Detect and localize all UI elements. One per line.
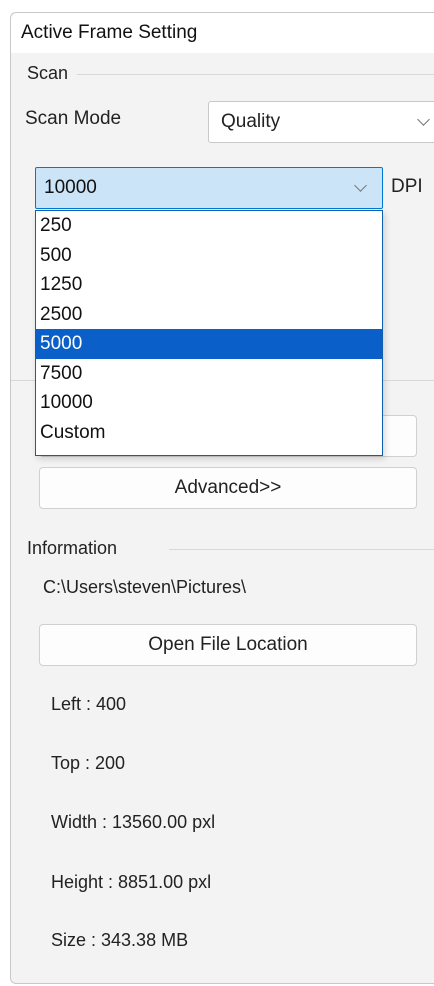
advanced-button-label: Advanced>> [174, 477, 282, 498]
dpi-option-custom[interactable]: Custom [36, 418, 382, 448]
scan-group-label: Scan [27, 63, 73, 84]
save-path-text: C:\Users\steven\Pictures\ [43, 577, 247, 597]
dpi-option-2500[interactable]: 2500 [36, 300, 382, 330]
advanced-button[interactable]: Advanced>> [39, 467, 417, 509]
scan-mode-dropdown[interactable]: Quality [208, 101, 434, 143]
information-group-label: Information [27, 538, 122, 559]
dpi-option-10000[interactable]: 10000 [36, 388, 382, 418]
size-value-text: Size : 343.38 MB [51, 930, 189, 950]
open-file-location-label: Open File Location [148, 634, 308, 655]
scan-group-divider [77, 74, 434, 75]
information-group-divider [169, 549, 434, 550]
left-value-text: Left : 400 [51, 694, 127, 714]
dpi-option-1250[interactable]: 1250 [36, 270, 382, 300]
chevron-down-icon [417, 113, 430, 126]
dpi-dropdown[interactable]: 10000 [35, 167, 383, 209]
width-value-text: Width : 13560.00 pxl [51, 812, 216, 832]
scan-mode-label: Scan Mode [25, 108, 122, 129]
dpi-option-7500[interactable]: 7500 [36, 359, 382, 389]
window-title: Active Frame Setting [21, 22, 198, 43]
height-value-text: Height : 8851.00 pxl [51, 872, 212, 892]
dpi-option-250[interactable]: 250 [36, 211, 382, 241]
dpi-value: 10000 [44, 177, 97, 198]
dpi-option-500[interactable]: 500 [36, 241, 382, 271]
dpi-options-list[interactable]: 250 500 1250 2500 5000 7500 10000 Custom [35, 210, 383, 456]
dpi-option-5000[interactable]: 5000 [36, 329, 382, 359]
active-frame-setting-window: Active Frame Setting Scan Scan Mode Qual… [10, 12, 434, 984]
dpi-unit-label: DPI [391, 176, 423, 197]
title-bar: Active Frame Setting [11, 13, 434, 53]
open-file-location-button[interactable]: Open File Location [39, 624, 417, 666]
chevron-down-icon [354, 179, 367, 192]
top-value-text: Top : 200 [51, 753, 126, 773]
scan-mode-value: Quality [221, 111, 281, 132]
